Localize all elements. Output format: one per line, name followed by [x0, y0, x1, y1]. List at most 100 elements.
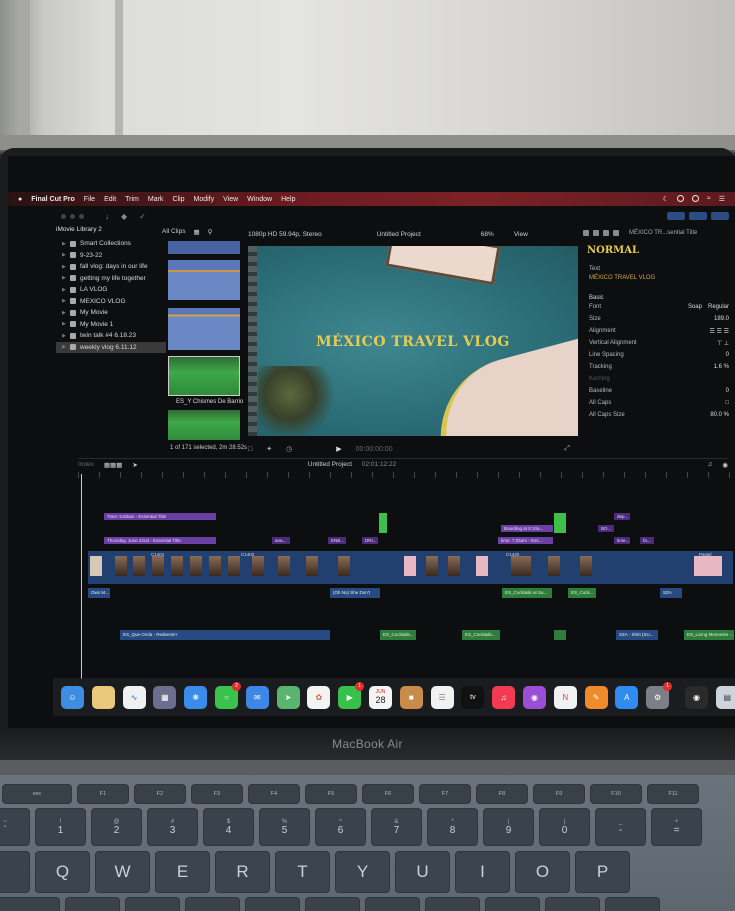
disclosure-icon[interactable]: ▶	[62, 321, 66, 327]
video-clip-thumb[interactable]	[278, 556, 290, 576]
f6-key[interactable]: F6	[362, 784, 414, 804]
disclosure-icon[interactable]: ▶	[62, 344, 66, 350]
u-key[interactable]: U	[395, 851, 450, 893]
mail-icon[interactable]: ✉	[245, 685, 269, 709]
sidebar-item[interactable]: ▶ Smart Collections	[56, 238, 166, 250]
inspector-toggle-button[interactable]	[711, 212, 729, 220]
5-key[interactable]: % 5	[259, 808, 310, 846]
audio-clip[interactable]: ES_Cocktails at Su...	[502, 588, 552, 598]
audio-clip[interactable]: ES_Cock...	[568, 588, 596, 598]
y-key[interactable]: Y	[335, 851, 390, 893]
menu-clip[interactable]: Clip	[172, 196, 184, 203]
disclosure-icon[interactable]: ▶	[62, 241, 66, 247]
sidebar-item-selected[interactable]: ▶ weekly vlog 6.11.12	[56, 341, 166, 353]
disclosure-icon[interactable]: ▶	[62, 333, 66, 339]
index-button[interactable]: Index	[78, 461, 94, 468]
video-clip-thumb[interactable]	[548, 556, 560, 576]
f3-key[interactable]: F3	[191, 784, 243, 804]
apple-tv-icon[interactable]: tv	[461, 685, 485, 709]
f11-key[interactable]: F11	[647, 784, 699, 804]
browser-toggle-button[interactable]	[667, 212, 685, 220]
menu-edit[interactable]: Edit	[104, 196, 116, 203]
line-spacing-property[interactable]: Line Spacing 0	[583, 349, 735, 361]
disclosure-icon[interactable]: ▶	[62, 287, 66, 293]
text-field[interactable]: MÉXICO TRAVEL VLOG	[583, 275, 735, 281]
f8-key[interactable]: F8	[476, 784, 528, 804]
minus-key[interactable]: _ -	[595, 808, 646, 846]
menu-trim[interactable]: Trim	[125, 196, 139, 203]
size-value[interactable]: 189.0	[714, 316, 735, 322]
letter-key[interactable]	[545, 897, 600, 911]
import-icon[interactable]: ↓	[105, 212, 109, 221]
audio-clip[interactable]: SZA	[660, 588, 682, 598]
menu-window[interactable]: Window	[247, 196, 272, 203]
video-clip-thumb[interactable]	[190, 556, 202, 576]
browser-clip[interactable]	[168, 260, 240, 300]
video-clip-thumb[interactable]	[90, 556, 102, 576]
r-key[interactable]: R	[215, 851, 270, 893]
finder-icon[interactable]: ☺	[61, 685, 84, 709]
record-icon[interactable]	[691, 195, 699, 202]
zoom-dropdown[interactable]: 68%	[481, 231, 494, 238]
video-clip-thumb[interactable]	[133, 556, 145, 576]
t-key[interactable]: T	[275, 851, 330, 893]
text-style-preset[interactable]: NORMAL	[583, 245, 735, 256]
font-property[interactable]: Font Soap Regular	[583, 301, 735, 313]
freeform-icon[interactable]: ∿	[122, 685, 146, 709]
video-clip-thumb[interactable]	[580, 556, 592, 576]
audio-clip[interactable]: SZA - Shirt (SU...	[616, 630, 658, 640]
playhead[interactable]	[81, 474, 82, 679]
disclosure-icon[interactable]: ▶	[62, 310, 66, 316]
f10-key[interactable]: F10	[590, 784, 642, 804]
audio-clip[interactable]: ES_Que Onda - Redeemin'	[120, 630, 330, 640]
sidebar-item[interactable]: ▶ getting my life together	[56, 273, 166, 285]
facetime-icon[interactable]: ▶ 1	[338, 681, 365, 709]
video-clip-thumb[interactable]	[252, 556, 264, 576]
timecode-display[interactable]: 00:00:00:00	[356, 446, 393, 453]
title-clip[interactable]: Boarding at 8:10a...	[501, 525, 553, 532]
line-spacing-value[interactable]: 0	[726, 352, 735, 358]
audio-clip[interactable]	[554, 630, 566, 640]
letter-key[interactable]	[365, 897, 420, 911]
library-name[interactable]: iMovie Library 2	[56, 226, 166, 233]
headphones-icon[interactable]: ◉	[722, 461, 728, 469]
2-key[interactable]: @2	[91, 808, 142, 846]
crop-icon[interactable]: □	[248, 446, 252, 453]
1-key[interactable]: ! 1	[35, 808, 86, 846]
menu-mark[interactable]: Mark	[148, 196, 164, 203]
app-store-icon[interactable]: A	[615, 685, 639, 709]
e-key[interactable]: E	[155, 851, 210, 893]
font-dropdown[interactable]: Soap	[688, 304, 708, 310]
timeline-project-name[interactable]: Untitled Project	[308, 461, 352, 468]
video-clip-thumb[interactable]	[511, 556, 531, 576]
apple-icon[interactable]: ●	[18, 196, 22, 203]
q-key[interactable]: Q	[35, 851, 90, 893]
effects-icon[interactable]: ✦	[266, 445, 272, 453]
video-clip-thumb[interactable]	[338, 556, 350, 576]
timer-icon[interactable]	[676, 195, 684, 202]
downloads-stack-icon[interactable]: ▤	[715, 685, 735, 709]
contacts-icon[interactable]: ■	[399, 685, 423, 709]
p-key[interactable]: P	[575, 851, 630, 893]
calendar-icon[interactable]: JUN 28	[368, 685, 392, 709]
title-clip[interactable]: dep...	[614, 513, 630, 520]
video-inspector-icon[interactable]	[603, 230, 609, 236]
esc-key[interactable]: esc	[2, 784, 72, 804]
0-key[interactable]: ) 0	[539, 808, 590, 846]
i-key[interactable]: I	[455, 851, 510, 893]
title-clip[interactable]: DRI...	[362, 537, 378, 544]
edit-tools-icon[interactable]: ▦▦▦	[104, 461, 122, 469]
letter-key[interactable]	[65, 897, 120, 911]
vertical-alignment-property[interactable]: Vertical Alignment ⊤ ⊥	[583, 337, 735, 349]
alignment-property[interactable]: Alignment ☰ ☰ ☰	[583, 325, 735, 337]
disclosure-icon[interactable]: ▶	[62, 252, 66, 258]
menu-app-name[interactable]: Final Cut Pro	[31, 196, 75, 203]
4-key[interactable]: $4	[203, 808, 254, 846]
select-tool-icon[interactable]: ➤	[132, 461, 137, 469]
browser-clip[interactable]	[168, 241, 240, 254]
letter-key[interactable]	[185, 897, 240, 911]
sidebar-item[interactable]: ▶ 9-23-22	[56, 250, 166, 262]
f1-key[interactable]: F1	[77, 784, 129, 804]
sidebar-item[interactable]: ▶ My Movie	[56, 307, 166, 319]
video-clip-thumb[interactable]	[694, 556, 722, 576]
